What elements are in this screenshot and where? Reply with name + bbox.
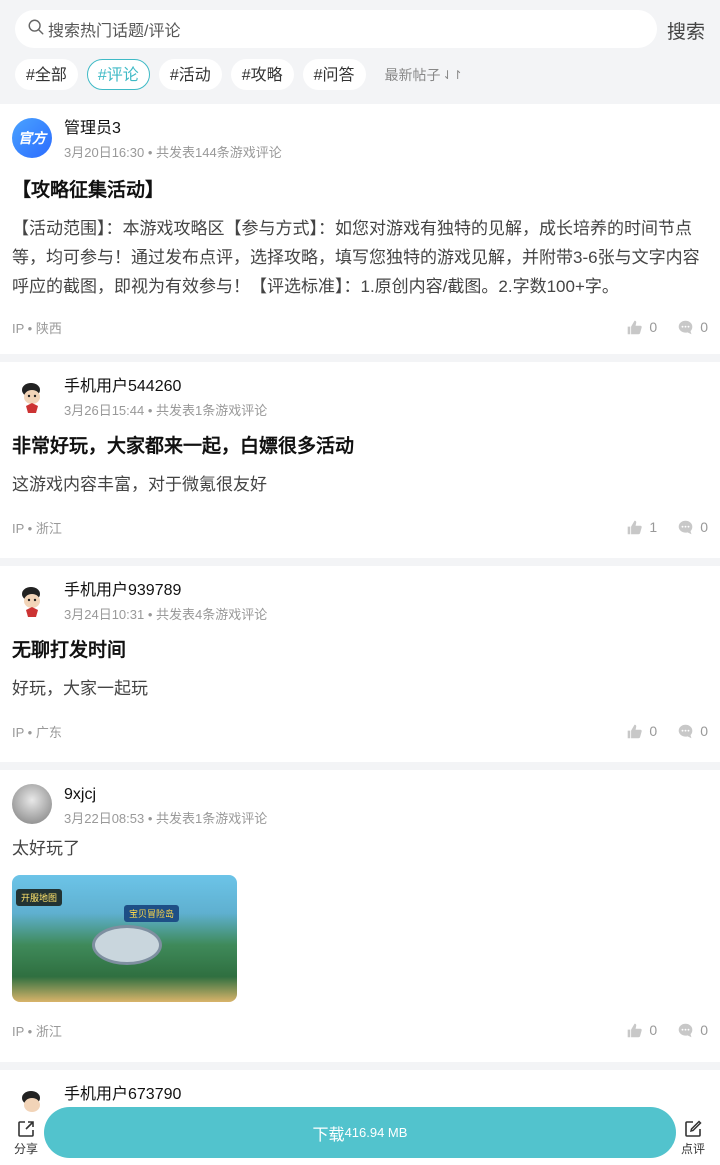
post-feed: 官方 管理员3 3月20日16:30 • 共发表144条游戏评论 【攻略征集活动… — [0, 104, 720, 1165]
ip-location: IP • 浙江 — [12, 520, 62, 536]
bottom-action-bar: 分享 下载 416.94 MB 点评 — [0, 1103, 720, 1165]
tag-guides[interactable]: #攻略 — [230, 59, 294, 90]
top-bar: 搜索热门话题/评论 搜索 #全部 #评论 #活动 #攻略 #问答 最新帖子 ⇃↾ — [0, 0, 720, 104]
post-body: 太好玩了 — [12, 839, 80, 858]
search-placeholder: 搜索热门话题/评论 — [48, 23, 181, 40]
post-time: 3月22日08:53 — [64, 811, 145, 826]
comment-count: 0 — [700, 1022, 708, 1038]
post-meta: 3月24日10:31 • 共发表4条游戏评论 — [64, 607, 268, 622]
comment-button[interactable]: 0 — [677, 723, 708, 740]
comment-count: 0 — [700, 319, 708, 335]
comment-button[interactable]: 0 — [677, 1022, 708, 1039]
username[interactable]: 手机用户673790 — [64, 1085, 181, 1105]
review-label: 点评 — [680, 1142, 705, 1156]
avatar[interactable]: 官方 — [12, 118, 52, 158]
comment-bubble-icon — [678, 724, 693, 738]
post-time: 3月24日10:31 — [64, 607, 145, 622]
like-count: 0 — [649, 1022, 658, 1038]
username[interactable]: 手机用户939789 — [64, 581, 267, 601]
share-button[interactable]: 分享 — [6, 1119, 46, 1157]
like-count: 0 — [649, 723, 658, 739]
share-label: 分享 — [13, 1142, 38, 1156]
username[interactable]: 管理员3 — [64, 119, 282, 139]
search-icon — [27, 18, 45, 41]
post-body: 好玩，大家一起玩 — [12, 679, 148, 698]
tag-events[interactable]: #活动 — [158, 59, 222, 90]
like-count: 0 — [649, 319, 658, 335]
image-corner-text: 开服地图 — [16, 889, 63, 906]
review-button[interactable]: 点评 — [673, 1119, 713, 1157]
like-button[interactable]: 0 — [626, 319, 657, 336]
ip-location: IP • 浙江 — [12, 1023, 62, 1039]
comment-bubble-icon — [678, 1023, 693, 1037]
post-time: 3月20日16:30 — [64, 145, 145, 160]
avatar[interactable] — [12, 580, 52, 620]
comment-bubble-icon — [678, 520, 693, 534]
post-stats: 共发表4条游戏评论 — [156, 607, 268, 622]
avatar[interactable] — [12, 784, 52, 824]
comment-button[interactable]: 0 — [677, 519, 708, 536]
post-meta: 3月26日15:44 • 共发表1条游戏评论 — [64, 403, 268, 418]
post-meta: 3月20日16:30 • 共发表144条游戏评论 — [64, 145, 282, 160]
thumbs-up-icon — [628, 1023, 643, 1037]
comment-button[interactable]: 0 — [677, 319, 708, 336]
download-label: 下载 — [312, 1126, 345, 1144]
download-button[interactable]: 下载 416.94 MB — [44, 1107, 676, 1158]
share-icon — [18, 1121, 34, 1137]
post-title: 【攻略征集活动】 — [12, 180, 165, 201]
image-banner-text: 宝贝冒险岛 — [124, 905, 180, 922]
post-stats: 共发表1条游戏评论 — [156, 403, 268, 418]
sort-dropdown[interactable]: 最新帖子 ⇃↾ — [385, 65, 463, 85]
tag-all[interactable]: #全部 — [15, 59, 78, 90]
post-time: 3月26日15:44 — [64, 403, 145, 418]
like-button[interactable]: 0 — [626, 1022, 657, 1039]
post-title: 无聊打发时间 — [12, 640, 127, 661]
post-meta: 3月22日08:53 • 共发表1条游戏评论 — [64, 811, 268, 826]
thumbs-up-icon — [628, 520, 643, 534]
comment-count: 0 — [700, 723, 708, 739]
edit-icon — [685, 1120, 702, 1137]
post-card[interactable]: 手机用户544260 3月26日15:44 • 共发表1条游戏评论 非常好玩，大… — [0, 362, 720, 558]
ip-location: IP • 广东 — [12, 724, 62, 740]
like-button[interactable]: 1 — [626, 519, 657, 536]
post-card[interactable]: 手机用户939789 3月24日10:31 • 共发表4条游戏评论 无聊打发时间… — [0, 566, 720, 762]
post-card[interactable]: 官方 管理员3 3月20日16:30 • 共发表144条游戏评论 【攻略征集活动… — [0, 104, 720, 354]
like-count: 1 — [649, 519, 658, 535]
download-size: 416.94 MB — [344, 1125, 408, 1140]
post-title: 非常好玩，大家都来一起，白嫖很多活动 — [12, 436, 355, 457]
post-body: 【活动范围】：本游戏攻略区【参与方式】：如您对游戏有独特的见解，成长培养的时间节… — [12, 219, 700, 296]
like-button[interactable]: 0 — [626, 723, 657, 740]
username[interactable]: 手机用户544260 — [64, 377, 267, 397]
username[interactable]: 9xjcj — [64, 785, 267, 805]
search-input[interactable]: 搜索热门话题/评论 — [15, 10, 657, 48]
tag-qa[interactable]: #问答 — [302, 59, 366, 90]
ip-location: IP • 陕西 — [12, 320, 62, 336]
post-stats: 共发表1条游戏评论 — [156, 811, 268, 826]
sort-label: 最新帖子 — [384, 66, 441, 83]
topic-tags: #全部 #评论 #活动 #攻略 #问答 最新帖子 ⇃↾ — [15, 59, 463, 90]
comment-bubble-icon — [678, 320, 693, 334]
comment-count: 0 — [700, 519, 708, 535]
image-plaza-shape — [92, 925, 162, 965]
post-stats: 共发表144条游戏评论 — [156, 145, 282, 160]
thumbs-up-icon — [628, 320, 643, 334]
sort-arrows-icon: ⇃↾ — [442, 67, 463, 82]
post-card[interactable]: 9xjcj 3月22日08:53 • 共发表1条游戏评论 太好玩了 宝贝冒险岛 … — [0, 770, 720, 1062]
post-body: 这游戏内容丰富，对于微氪很友好 — [12, 475, 267, 494]
search-button[interactable]: 搜索 — [667, 17, 705, 44]
avatar[interactable] — [12, 376, 52, 416]
post-image[interactable]: 宝贝冒险岛 开服地图 — [12, 875, 237, 1002]
thumbs-up-icon — [628, 724, 643, 738]
tag-comments[interactable]: #评论 — [86, 59, 150, 90]
